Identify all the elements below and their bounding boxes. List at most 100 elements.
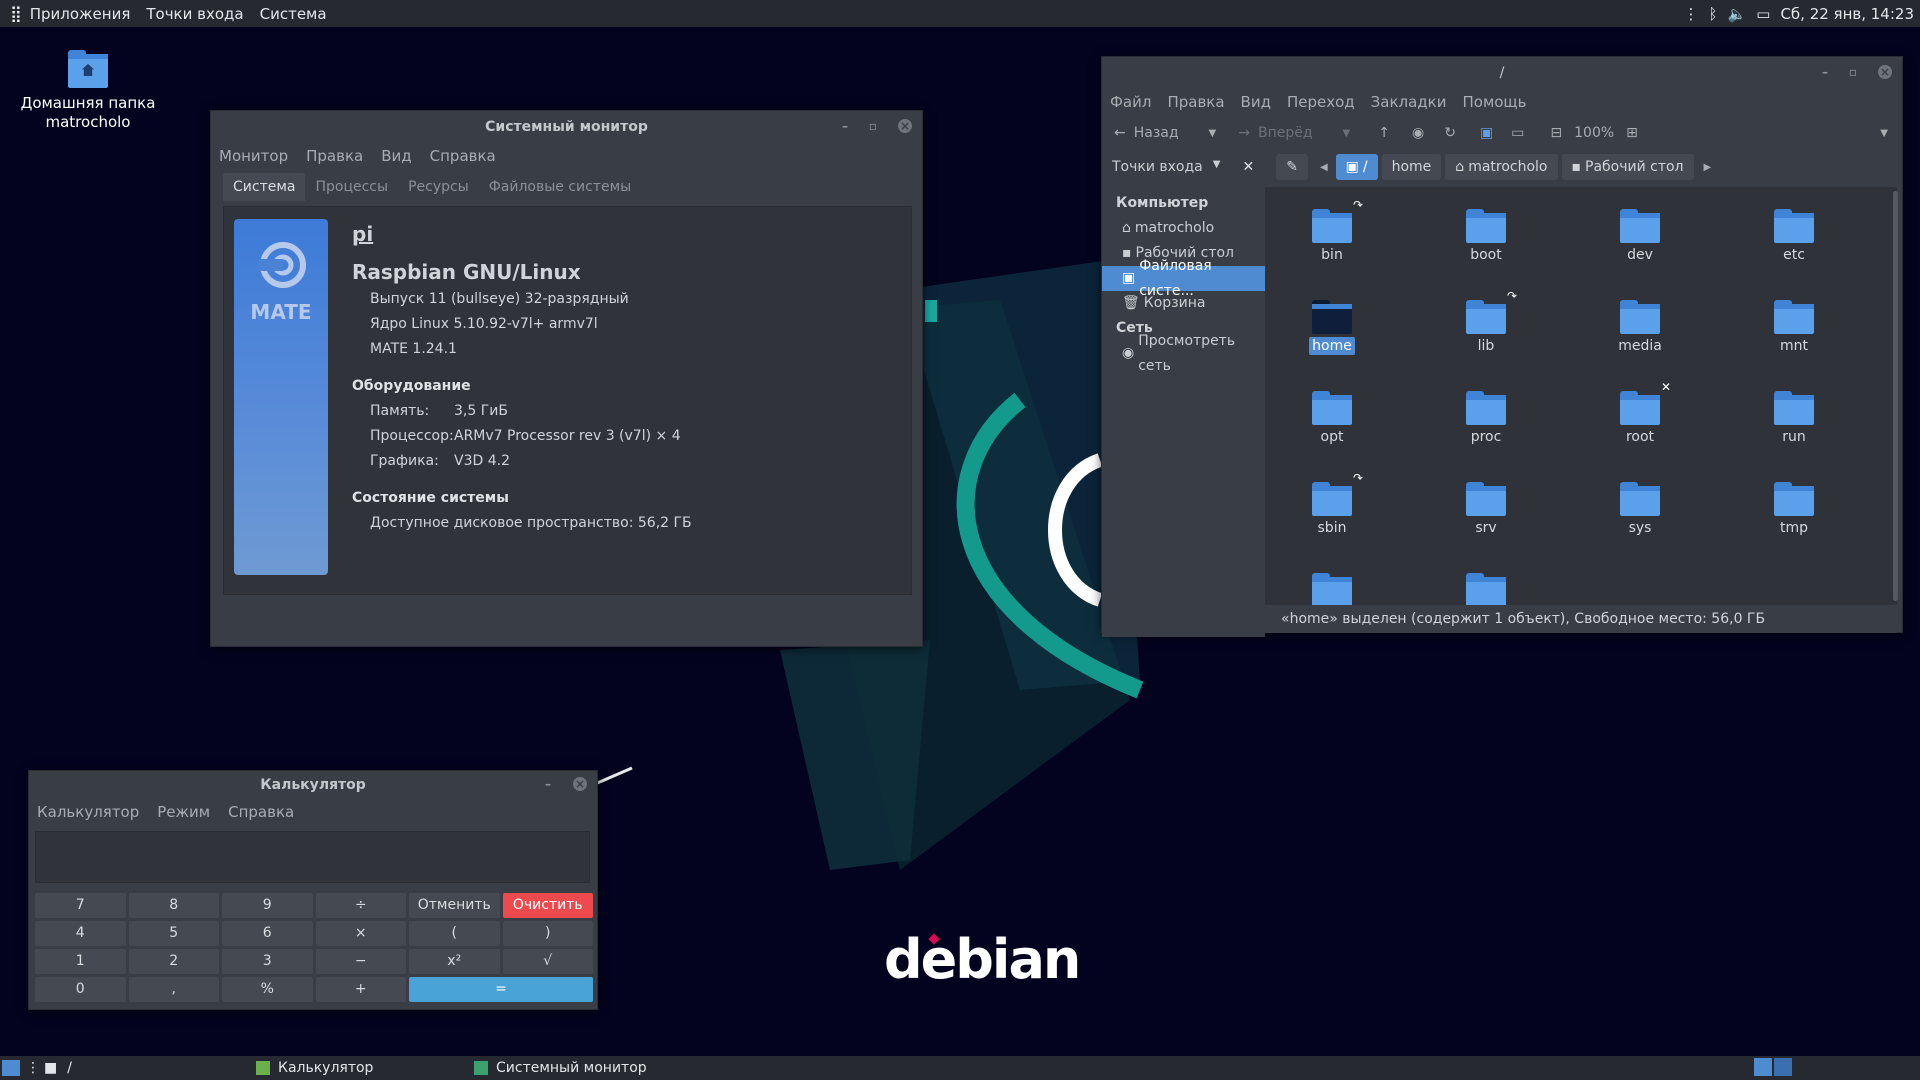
close-button[interactable]: × [1878,65,1892,79]
show-desktop-icon[interactable] [2,1060,20,1076]
calc-key-0[interactable]: 7 [35,893,126,918]
file-item-folder-17[interactable] [1431,573,1541,605]
path-user-button[interactable]: ⌂ matrocholo [1445,154,1558,180]
minimize-button[interactable]: – [1818,65,1832,79]
file-item-lib[interactable]: ↷ lib [1431,288,1541,354]
menu-file[interactable]: Файл [1110,93,1151,111]
minimize-button[interactable]: – [838,119,852,133]
calc-key-13[interactable]: 2 [128,949,219,974]
bluetooth-icon[interactable]: ᛒ [1709,5,1718,23]
sidebar-item-home[interactable]: ⌂ matrocholo [1102,216,1265,241]
file-item-boot[interactable]: boot [1431,209,1541,263]
calc-key-6[interactable]: 4 [35,921,126,946]
menu-help[interactable]: Помощь [1462,93,1526,111]
path-scroll-left-icon[interactable]: ◀ [1320,162,1328,173]
path-home-button[interactable]: home [1381,154,1442,180]
menu-edit[interactable]: Правка [306,147,363,165]
display-icon[interactable]: ▭ [1756,5,1770,23]
menu-help[interactable]: Справка [228,803,294,821]
calc-key-2[interactable]: 9 [222,893,313,918]
path-scroll-right-icon[interactable]: ▶ [1704,162,1712,173]
calc-key-7[interactable]: 5 [128,921,219,946]
toolbar-menu-dropdown-icon[interactable]: ▼ [1880,128,1888,139]
file-item-sys[interactable]: sys [1585,482,1695,536]
task-system-monitor[interactable]: Системный монитор [474,1060,647,1076]
file-item-tmp[interactable]: tmp [1739,482,1849,536]
menu-help[interactable]: Справка [430,147,496,165]
calc-key-4[interactable]: Отменить [409,893,500,918]
file-item-etc[interactable]: etc [1739,209,1849,263]
clock[interactable]: Сб, 22 янв, 14:23 [1780,5,1914,23]
file-item-root[interactable]: ✕ root [1585,379,1695,445]
calc-titlebar[interactable]: Калькулятор – × [29,771,597,799]
file-item-mnt[interactable]: mnt [1739,300,1849,354]
maximize-button[interactable]: ▫ [866,119,880,133]
menu-go[interactable]: Переход [1287,93,1355,111]
file-item-bin[interactable]: ↷ bin [1277,197,1387,263]
fm-scrollbar[interactable] [1893,191,1898,601]
menu-view[interactable]: Вид [1241,93,1271,111]
maximize-button[interactable]: ▫ [1846,65,1860,79]
calc-key-21[interactable]: + [315,977,406,1002]
file-item-media[interactable]: media [1585,300,1695,354]
calc-key-3[interactable]: ÷ [315,893,406,918]
edit-location-button[interactable]: ✎ [1276,154,1308,180]
menu-view[interactable]: Вид [381,147,411,165]
calc-key-15[interactable]: − [315,949,406,974]
calc-key-16[interactable]: x² [409,949,500,974]
menu-places[interactable]: Точки входа [146,5,243,23]
calc-key-11[interactable]: ) [502,921,593,946]
places-selector[interactable]: Точки входа ▼ [1112,159,1220,175]
close-sidebar-icon[interactable]: ✕ [1242,159,1254,175]
calc-key-14[interactable]: 3 [222,949,313,974]
forward-button[interactable]: → Вперёд [1238,125,1312,141]
file-item-run[interactable]: run [1739,391,1849,445]
workspace-1[interactable] [1754,1058,1772,1076]
calc-key-12[interactable]: 1 [35,949,126,974]
up-arrow-icon[interactable]: ↑ [1378,125,1390,141]
reload-icon[interactable]: ↻ [1444,125,1456,141]
calc-display[interactable] [35,831,590,883]
back-history-dropdown-icon[interactable]: ▼ [1209,128,1217,139]
calc-key-22[interactable]: = [409,977,593,1002]
folder-icon[interactable]: ■ [44,1060,57,1076]
path-root-button[interactable]: ▣ / [1335,154,1378,180]
path-desktop-button[interactable]: ▪ Рабочий стол [1561,154,1694,180]
zoom-out-icon[interactable]: ⊟ [1550,125,1562,141]
task-calculator[interactable]: Калькулятор [256,1060,373,1076]
workspace-switcher[interactable] [1754,1058,1792,1076]
file-item-sbin[interactable]: ↷ sbin [1277,470,1387,536]
calc-key-5[interactable]: Очистить [502,893,593,918]
menu-edit[interactable]: Правка [1167,93,1224,111]
tab-processes[interactable]: Процессы [305,173,398,201]
file-item-srv[interactable]: srv [1431,482,1541,536]
sidebar-item-filesystem[interactable]: ▣ Файловая систе... [1102,258,1265,299]
file-item-proc[interactable]: proc [1431,391,1541,445]
stop-icon[interactable]: ◉ [1412,125,1424,141]
menu-system[interactable]: Система [260,5,327,23]
calc-key-19[interactable]: , [128,977,219,1002]
calc-key-10[interactable]: ( [409,921,500,946]
list-view-icon[interactable]: ▭ [1511,125,1524,141]
menu-bookmarks[interactable]: Закладки [1371,93,1447,111]
more-icon[interactable]: ⋮ [1684,5,1699,23]
sysmon-titlebar[interactable]: Системный монитор – ▫ × [211,111,922,143]
close-button[interactable]: × [573,777,587,791]
menu-mode[interactable]: Режим [157,803,210,821]
file-item-dev[interactable]: dev [1585,209,1695,263]
file-item-home[interactable]: home [1277,300,1387,355]
calc-key-17[interactable]: √ [502,949,593,974]
calc-key-20[interactable]: % [222,977,313,1002]
menu-calculator[interactable]: Калькулятор [37,803,139,821]
minimize-button[interactable]: – [541,777,555,791]
apps-grid-icon[interactable]: ⣿ [10,4,22,23]
tab-system[interactable]: Система [223,173,306,201]
desktop-home-folder[interactable]: Домашняя папка matrocholo [20,50,156,132]
calc-key-8[interactable]: 6 [222,921,313,946]
tab-filesystems[interactable]: Файловые системы [479,173,642,201]
file-item-opt[interactable]: opt [1277,391,1387,445]
icon-view-icon[interactable]: ▣ [1480,125,1493,141]
menu-applications[interactable]: Приложения [30,5,131,23]
file-item-folder-16[interactable] [1277,573,1387,605]
workspace-2[interactable] [1774,1058,1792,1076]
